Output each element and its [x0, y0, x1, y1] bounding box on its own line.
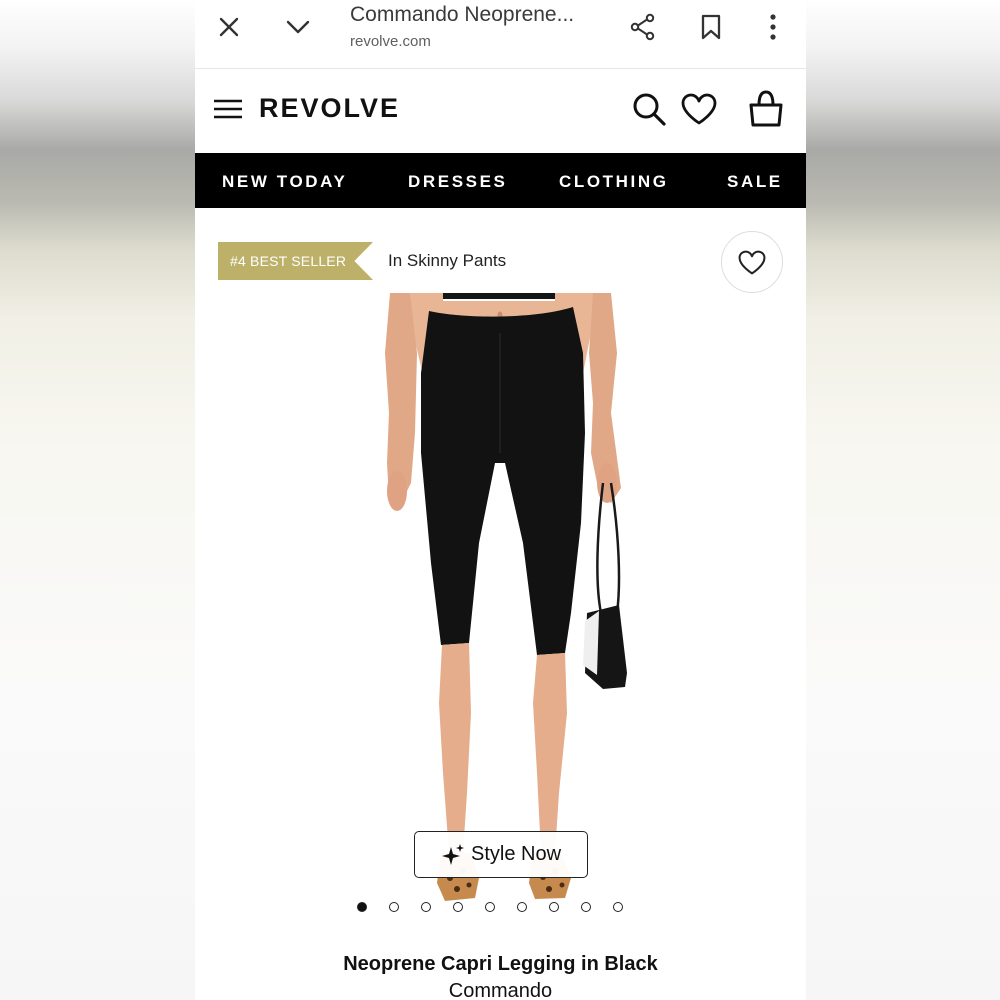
carousel-dot-6[interactable] — [517, 902, 527, 912]
nav-item-clothing[interactable]: CLOTHING — [559, 172, 669, 192]
bookmark-icon[interactable] — [696, 12, 726, 42]
page-url[interactable]: revolve.com — [350, 33, 431, 50]
heart-outline-icon — [738, 250, 766, 274]
search-icon[interactable] — [629, 89, 669, 129]
site-header: REVOLVE — [195, 69, 806, 153]
nav-item-dresses[interactable]: DRESSES — [408, 172, 507, 192]
nav-item-sale[interactable]: SALE — [727, 172, 783, 192]
style-now-button[interactable]: Style Now — [414, 831, 588, 878]
heart-icon[interactable] — [679, 89, 719, 129]
best-seller-badge: #4 BEST SELLER — [218, 242, 373, 280]
share-icon[interactable] — [628, 12, 658, 42]
site-logo[interactable]: REVOLVE — [259, 93, 400, 124]
browser-toolbar: Commando Neoprene... revolve.com — [195, 0, 806, 69]
product-name: Neoprene Capri Legging in Black — [343, 953, 658, 975]
close-icon[interactable] — [214, 12, 244, 42]
nav-item-new-today[interactable]: NEW TODAY — [222, 172, 347, 192]
carousel-dot-9[interactable] — [613, 902, 623, 912]
carousel-dot-3[interactable] — [421, 902, 431, 912]
best-seller-badge-label: #4 BEST SELLER — [230, 253, 347, 269]
chevron-down-icon[interactable] — [283, 12, 313, 42]
style-now-label: Style Now — [470, 843, 562, 865]
best-seller-category-link[interactable]: In Skinny Pants — [388, 251, 506, 271]
carousel-dot-5[interactable] — [485, 902, 495, 912]
carousel-dot-2[interactable] — [389, 902, 399, 912]
carousel-dot-4[interactable] — [453, 902, 463, 912]
image-carousel-dots — [357, 902, 623, 912]
page-title: Commando Neoprene... — [350, 3, 575, 26]
sparkle-icon — [441, 843, 464, 865]
product-image[interactable] — [345, 293, 656, 923]
carousel-dot-7[interactable] — [549, 902, 559, 912]
menu-icon[interactable] — [212, 95, 244, 123]
more-vert-icon[interactable] — [758, 12, 788, 42]
carousel-dot-8[interactable] — [581, 902, 591, 912]
shopping-bag-icon[interactable] — [746, 87, 786, 129]
mobile-browser-viewport: Commando Neoprene... revolve.com REVOLVE — [195, 0, 806, 1000]
category-nav: NEW TODAY DRESSES CLOTHING SALE — [195, 153, 806, 208]
product-brand[interactable]: Commando — [195, 980, 806, 1000]
add-to-wishlist-button[interactable] — [721, 231, 783, 293]
carousel-dot-1[interactable] — [357, 902, 367, 912]
